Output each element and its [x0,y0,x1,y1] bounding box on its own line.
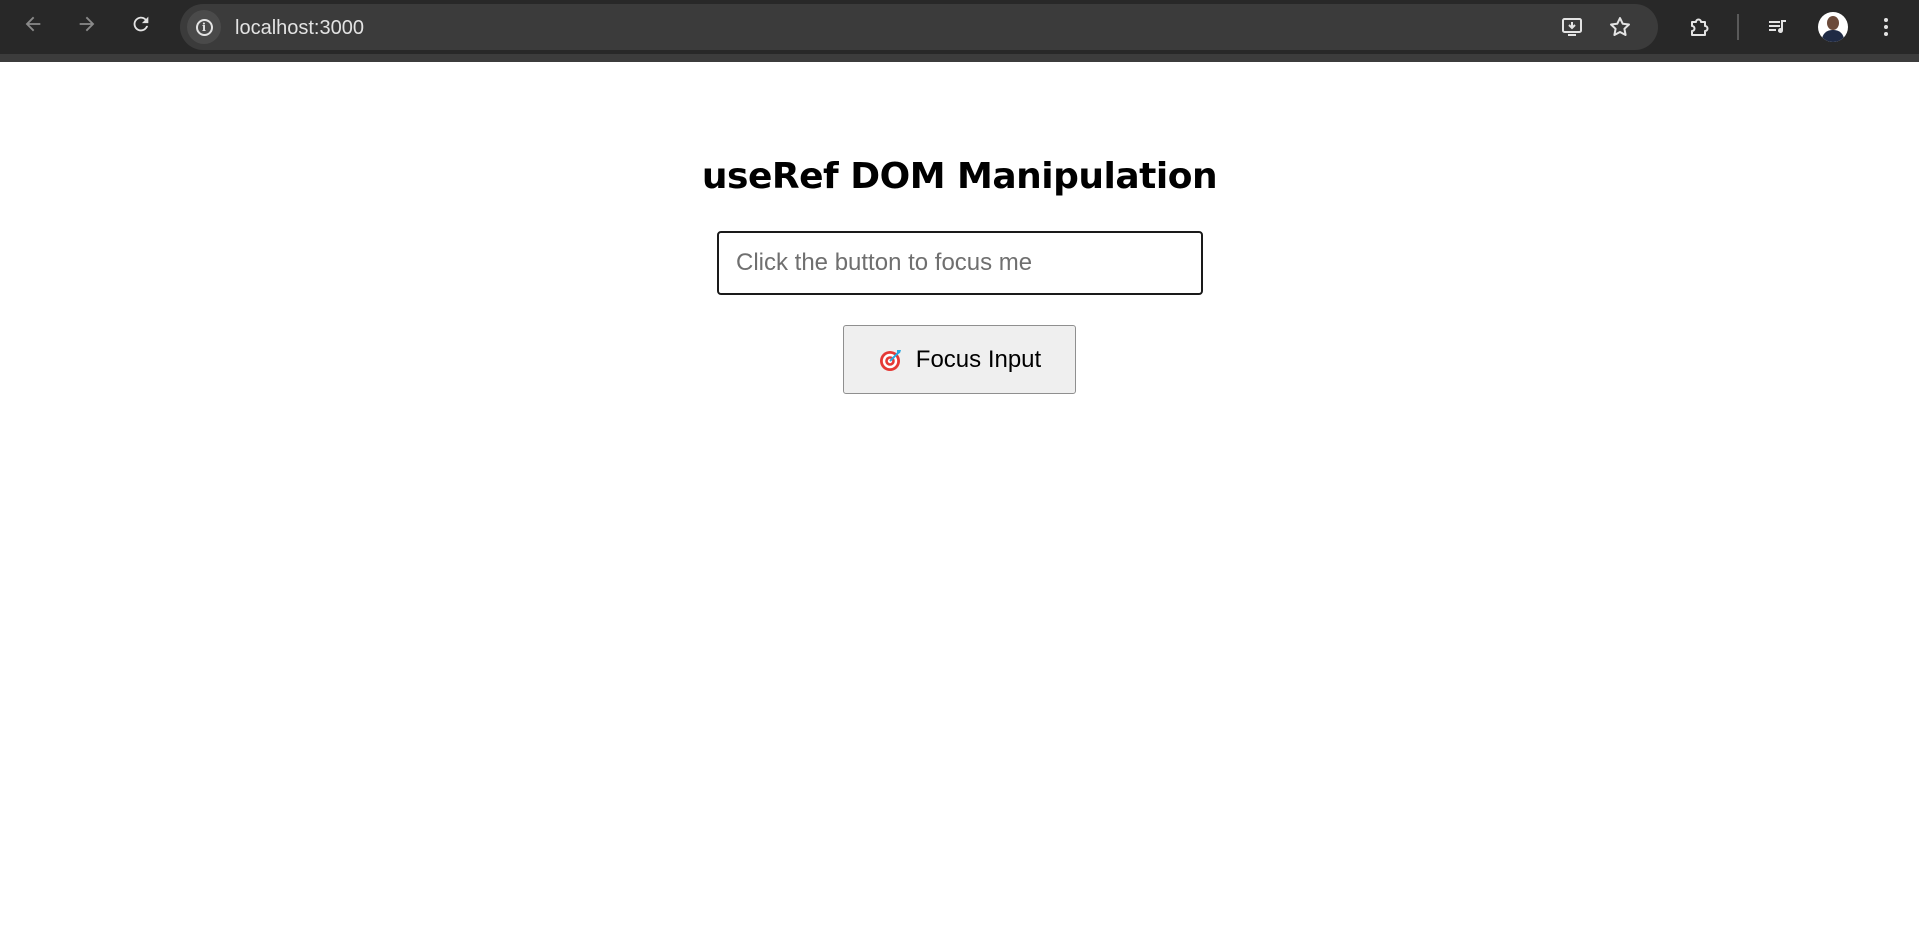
url-text[interactable]: localhost:3000 [235,17,364,40]
arrow-left-icon [22,13,44,41]
back-button[interactable] [14,8,52,46]
info-icon: i [195,18,213,36]
reload-button[interactable] [122,8,160,46]
toolbar-divider [1737,14,1739,40]
media-queue-icon[interactable] [1761,10,1795,44]
focus-button-label: Focus Input [915,345,1042,373]
focus-text-input[interactable] [717,231,1203,295]
browser-toolbar: i localhost:3000 [0,0,1919,54]
address-bar[interactable]: i localhost:3000 [180,4,1658,50]
reload-icon [130,13,152,41]
page-content: useRef DOM Manipulation Focus Input [0,62,1919,926]
arrow-right-icon [76,13,98,41]
page-title: useRef DOM Manipulation [701,156,1218,197]
install-app-icon[interactable] [1558,13,1586,41]
kebab-menu-icon[interactable] [1869,10,1903,44]
target-icon [878,347,904,373]
site-info-button[interactable]: i [187,10,221,44]
forward-button[interactable] [68,8,106,46]
focus-input-button[interactable]: Focus Input [843,325,1076,394]
profile-avatar[interactable] [1818,12,1848,42]
puzzle-icon[interactable] [1682,10,1716,44]
star-icon[interactable] [1606,13,1634,41]
